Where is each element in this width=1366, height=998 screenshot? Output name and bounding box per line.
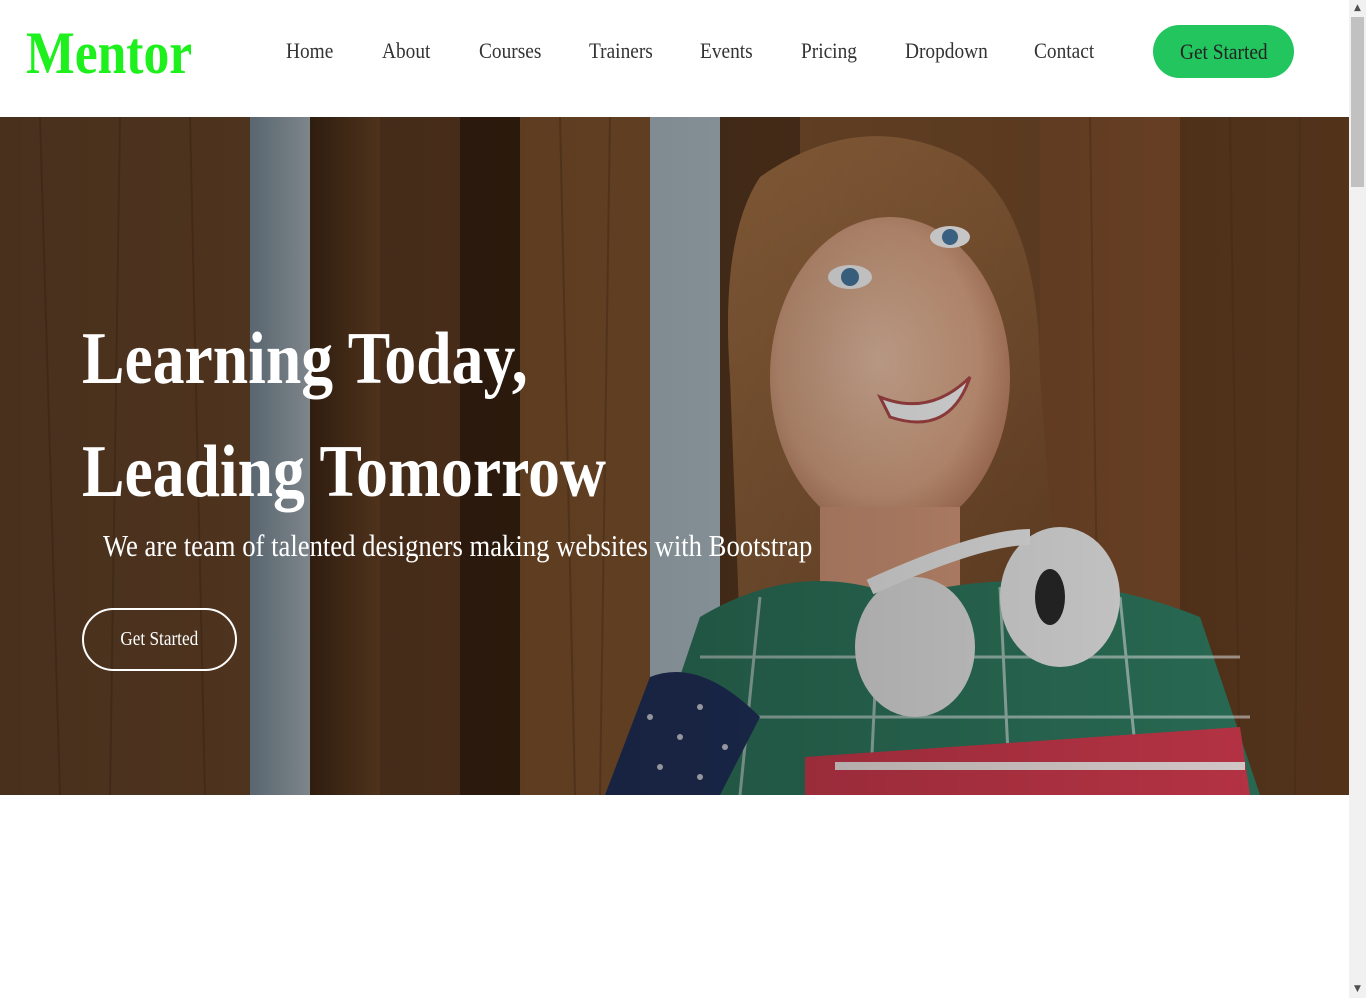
nav-home[interactable]: Home	[286, 36, 333, 66]
nav-trainers[interactable]: Trainers	[589, 36, 653, 66]
nav-events[interactable]: Events	[700, 36, 753, 66]
nav-contact[interactable]: Contact	[1034, 36, 1094, 66]
scroll-up-arrow-icon[interactable]: ▲	[1349, 0, 1366, 17]
hero-subtitle: We are team of talented designers making…	[103, 528, 813, 563]
hero-section: Learning Today, Leading Tomorrow We are …	[0, 117, 1349, 795]
hero-title-line-2: Leading Tomorrow	[82, 431, 606, 513]
nav-pricing[interactable]: Pricing	[801, 36, 857, 66]
nav-courses[interactable]: Courses	[479, 36, 541, 66]
nav-about[interactable]: About	[382, 36, 430, 66]
main-nav: Home About Courses Trainers Events Prici…	[0, 0, 1349, 117]
hero-title-line-1: Learning Today,	[82, 318, 528, 400]
scroll-down-arrow-icon[interactable]: ▼	[1349, 981, 1366, 998]
nav-dropdown[interactable]: Dropdown	[905, 36, 988, 66]
hero-get-started-button[interactable]: Get Started	[82, 608, 237, 671]
hero-get-started-label: Get Started	[120, 628, 199, 650]
header-get-started-button[interactable]: Get Started	[1153, 25, 1294, 78]
header-get-started-label: Get Started	[1179, 39, 1268, 64]
hero-title: Learning Today, Leading Tomorrow	[82, 303, 606, 529]
page-scrollbar[interactable]: ▲ ▼	[1349, 0, 1366, 998]
scroll-thumb[interactable]	[1351, 17, 1364, 187]
site-header: Mentor Home About Courses Trainers Event…	[0, 0, 1349, 117]
